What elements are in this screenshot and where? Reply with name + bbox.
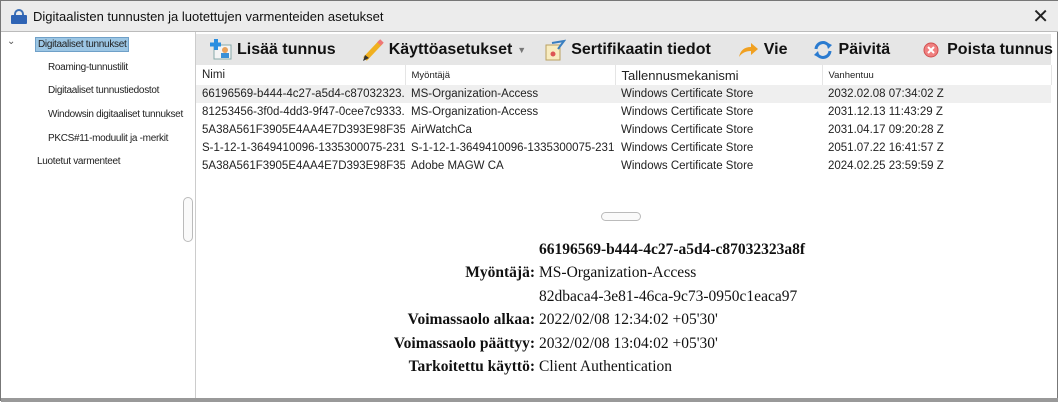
refresh-icon [812,39,834,61]
ids-table: Nimi Myöntäjä Tallennusmekanismi Vanhent… [196,65,1052,175]
refresh-button[interactable]: Päivitä [812,39,891,61]
cell-name: 5A38A561F3905E4AA4E7D393E98F35... [202,160,405,172]
column-expires[interactable]: Vanhentuu [822,65,1052,85]
column-storage[interactable]: Tallennusmekanismi [615,65,823,85]
export-arrow-icon [737,39,759,61]
issuer-value: MS-Organization-Access [539,264,697,282]
remove-icon [920,39,942,61]
bottom-border [1,398,1058,402]
cell-issuer: AirWatchCa [411,124,472,136]
cell-name: 66196569-b444-4c27-a5d4-c87032323... [196,85,405,103]
certificate-details: 66196569-b444-4c27-a5d4-c87032323a8f Myö… [341,238,805,379]
horizontal-splitter-grip[interactable] [601,212,641,221]
column-issuer[interactable]: Myöntäjä [405,65,616,85]
close-icon[interactable]: ✕ [1032,4,1049,29]
cell-storage: Windows Certificate Store [621,124,754,136]
title-bar: Digitaalisten tunnusten ja luotettujen v… [1,1,1058,32]
usage-value: Client Authentication [539,358,673,376]
certificate-details-button[interactable]: Sertifikaatin tiedot [544,39,711,61]
refresh-label: Päivitä [838,40,891,58]
issuer-id-value: 82dbaca4-3e81-46ca-9c73-0950c1eaca97 [539,287,798,305]
export-label: Vie [763,40,788,58]
remove-id-label: Poista tunnus [947,40,1053,58]
preferences-label: Käyttöasetukset [388,40,513,58]
cell-expires: 2051.07.22 16:41:57 Z [828,142,944,154]
sidebar-item-trusted-certs[interactable]: Luotetut varmenteet [37,156,121,167]
cell-name: 81253456-3f0d-4dd3-9f47-0cee7c9333... [202,106,405,118]
table-header: Nimi Myöntäjä Tallennusmekanismi Vanhent… [196,65,1052,85]
cell-expires: 2031.04.17 09:20:28 Z [828,124,944,136]
usage-label: Tarkoitettu käyttö: [408,358,535,376]
cell-issuer: S-1-12-1-3649410096-1335300075-2319... [411,142,615,154]
cell-issuer: MS-Organization-Access [411,106,539,118]
add-id-label: Lisää tunnus [237,40,336,58]
cell-name: 5A38A561F3905E4AA4E7D393E98F35... [202,124,405,136]
cell-issuer: Adobe MAGW CA [411,160,504,172]
preferences-button[interactable]: Käyttöasetukset ▼ [362,38,527,61]
certificate-details-label: Sertifikaatin tiedot [571,40,711,58]
cell-name: S-1-12-1-3649410096-1335300075-2319... [202,142,405,154]
table-row[interactable]: 5A38A561F3905E4AA4E7D393E98F35... AirWatc… [196,121,1051,139]
column-name[interactable]: Nimi [196,65,406,85]
sidebar: ⌄ Digitaaliset tunnukset Roaming-tunnust… [1,32,183,402]
cell-issuer: MS-Organization-Access [405,85,615,103]
pencil-icon [362,38,384,61]
valid-to-label: Voimassaolo päättyy: [393,334,535,352]
certificate-icon [544,39,567,61]
chevron-down-icon[interactable]: ⌄ [7,36,15,47]
sidebar-item-roaming[interactable]: Roaming-tunnustilit [48,62,128,73]
remove-id-button[interactable]: Poista tunnus [920,39,1053,61]
table-row[interactable]: 5A38A561F3905E4AA4E7D393E98F35... Adobe M… [196,157,1051,175]
table-row[interactable]: 81253456-3f0d-4dd3-9f47-0cee7c9333... MS-… [196,103,1051,121]
dropdown-arrow-icon: ▼ [517,44,527,55]
splitter-grip[interactable] [183,197,193,242]
table-row[interactable]: S-1-12-1-3649410096-1335300075-2319... S-… [196,139,1051,157]
sidebar-item-windows-ids[interactable]: Windowsin digitaaliset tunnukset [48,109,183,120]
cell-expires: 2032.02.08 07:34:02 Z [822,85,1051,103]
cell-storage: Windows Certificate Store [621,160,754,172]
add-id-button[interactable]: Lisää tunnus [210,38,336,61]
cell-expires: 2024.02.25 23:59:59 Z [828,160,944,172]
detail-name: 66196569-b444-4c27-a5d4-c87032323a8f [539,240,806,258]
cell-storage: Windows Certificate Store [621,106,754,118]
cell-storage: Windows Certificate Store [621,142,754,154]
cell-storage: Windows Certificate Store [615,85,822,103]
sidebar-item-pkcs11[interactable]: PKCS#11-moduulit ja -merkit [48,133,168,144]
window-title: Digitaalisten tunnusten ja luotettujen v… [33,8,384,24]
valid-from-value: 2022/02/08 12:34:02 +05'30' [539,311,718,329]
cell-expires: 2031.12.13 11:43:29 Z [828,106,943,118]
add-id-icon [210,38,232,61]
sidebar-item-id-files[interactable]: Digitaaliset tunnustiedostot [48,85,159,96]
vertical-splitter[interactable] [182,32,196,402]
table-row[interactable]: 66196569-b444-4c27-a5d4-c87032323... MS-O… [196,85,1051,103]
valid-to-value: 2032/02/08 13:04:02 +05'30' [539,334,718,352]
toolbar: Lisää tunnus Käyttöasetukset ▼ Sertifikaa… [196,34,1053,65]
export-button[interactable]: Vie [737,39,788,61]
valid-from-label: Voimassaolo alkaa: [407,311,535,329]
lock-icon [11,9,27,24]
sidebar-item-digital-ids[interactable]: Digitaaliset tunnukset [35,37,130,52]
issuer-label: Myöntäjä: [465,264,535,282]
